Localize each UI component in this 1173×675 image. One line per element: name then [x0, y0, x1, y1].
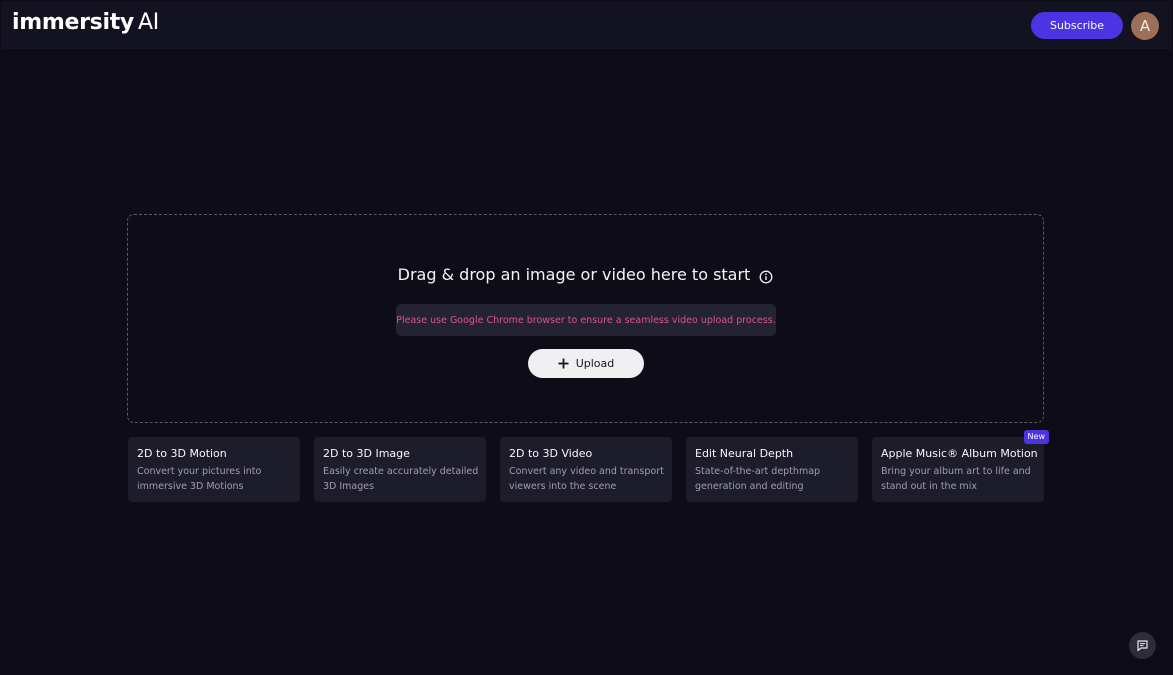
logo[interactable]: immersity AI — [12, 9, 159, 37]
card-description: Convert your pictures into immersive 3D … — [137, 466, 262, 492]
avatar[interactable]: A — [1131, 12, 1159, 40]
upload-dropzone[interactable]: Drag & drop an image or video here to st… — [127, 214, 1044, 423]
card-description: Easily create accurately detailed 3D Ima… — [323, 466, 479, 492]
chat-icon[interactable] — [1129, 632, 1156, 659]
subscribe-button[interactable]: Subscribe — [1031, 12, 1123, 39]
dropzone-title: Drag & drop an image or video here to st… — [397, 265, 751, 284]
card-description: Convert any video and transport viewers … — [509, 466, 664, 492]
app-frame: immersity AI Subscribe A Drag & drop an i… — [1, 1, 1172, 674]
logo-text: immersity — [12, 10, 134, 35]
card-title: Edit Neural Depth — [695, 447, 794, 460]
card-title: Apple Music® Album Motion — [881, 447, 1038, 460]
card-2d-to-3d-motion[interactable]: 2D to 3D Motion Convert your pictures in… — [128, 437, 300, 502]
dropzone-title-row: Drag & drop an image or video here to st… — [128, 264, 1043, 286]
card-2d-to-3d-image[interactable]: 2D to 3D Image Easily create accurately … — [314, 437, 486, 502]
logo-suffix: AI — [137, 10, 159, 35]
card-title: 2D to 3D Image — [323, 447, 410, 460]
card-description: Bring your album art to life and stand o… — [881, 466, 1031, 492]
plus-icon — [558, 356, 569, 372]
card-description: State-of-the-art depthmap generation and… — [695, 466, 821, 492]
card-edit-neural-depth[interactable]: Edit Neural Depth State-of-the-art depth… — [686, 437, 858, 502]
card-2d-to-3d-video[interactable]: 2D to 3D Video Convert any video and tra… — [500, 437, 672, 502]
browser-notice: Please use Google Chrome browser to ensu… — [396, 304, 776, 336]
upload-label: Upload — [575, 357, 615, 370]
info-circle-icon[interactable] — [759, 268, 773, 284]
card-album-motion[interactable]: Apple Music® Album Motion Bring your alb… — [872, 430, 1049, 502]
upload-button[interactable]: Upload — [528, 349, 644, 378]
top-bar: immersity AI Subscribe A — [1, 1, 1172, 49]
card-title: 2D to 3D Video — [509, 447, 593, 460]
card-title: 2D to 3D Motion — [137, 447, 227, 460]
new-badge: New — [1023, 430, 1049, 444]
